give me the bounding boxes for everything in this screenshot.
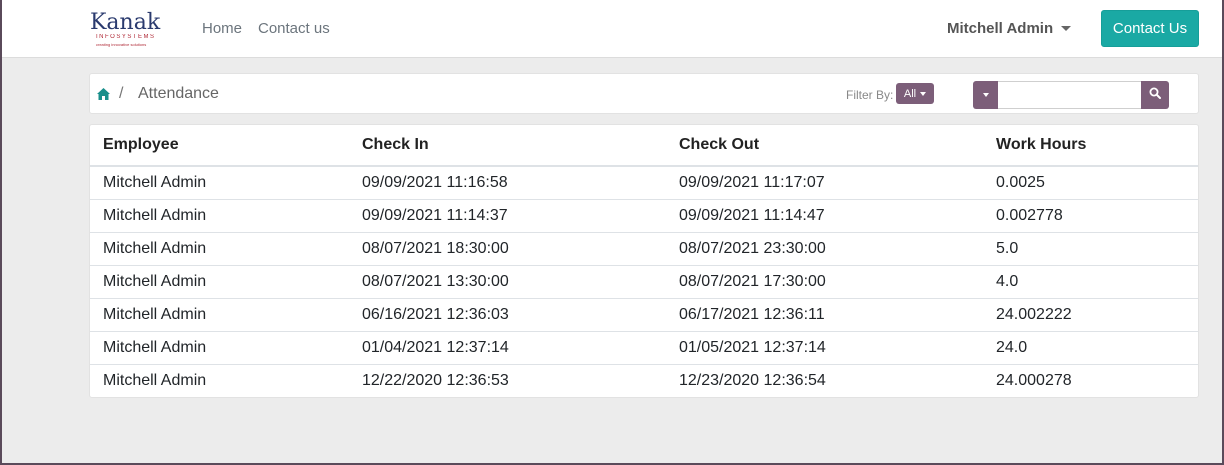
filter-value: All <box>903 87 917 100</box>
breadcrumb: / Attendance Filter By: All <box>89 73 1199 114</box>
employee-cell: Mitchell Admin <box>103 371 207 389</box>
nav-link-home[interactable]: Home <box>202 20 242 37</box>
search-options-button[interactable] <box>973 81 998 109</box>
contact-us-button[interactable]: Contact Us <box>1101 10 1199 47</box>
check-out-cell: 06/17/2021 12:36:11 <box>666 298 983 332</box>
search-group <box>973 81 1169 109</box>
check-out-cell: 08/07/2021 17:30:00 <box>666 265 983 299</box>
table-row[interactable]: Mitchell Admin 06/16/2021 12:36:03 06/17/2… <box>90 298 1198 332</box>
work-hours-cell: 24.0 <box>983 331 1198 365</box>
check-in-cell: 12/22/2020 12:36:53 <box>362 371 509 389</box>
attendance-table: Employee Check In Check Out Work Hours M… <box>89 124 1199 398</box>
check-in-cell: 09/09/2021 11:14:37 <box>349 199 666 233</box>
column-header-employee[interactable]: Employee <box>90 125 349 167</box>
page-frame: Kanak INFOSYSTEMS creating innovative so… <box>2 0 1222 463</box>
chevron-down-icon <box>1061 26 1072 31</box>
work-hours-cell: 24.002222 <box>983 298 1198 332</box>
logo-tagline: creating innovative solutions <box>96 42 147 47</box>
search-button[interactable] <box>1141 81 1169 109</box>
logo[interactable]: Kanak INFOSYSTEMS creating innovative so… <box>90 12 172 48</box>
table-row[interactable]: Mitchell Admin 12/22/2020 12:36:53 12/23/2… <box>90 364 1198 397</box>
column-header-check-out[interactable]: Check Out <box>666 125 983 167</box>
search-input[interactable] <box>998 81 1141 109</box>
table-row[interactable]: Mitchell Admin 09/09/2021 11:16:58 09/09/2… <box>90 166 1198 200</box>
filter-label: Filter By: <box>846 88 894 102</box>
work-hours-cell: 24.000278 <box>996 371 1072 389</box>
home-icon[interactable] <box>96 87 111 101</box>
check-out-cell: 01/05/2021 12:37:14 <box>666 331 983 365</box>
check-out-cell: 08/07/2021 23:30:00 <box>666 232 983 266</box>
check-in-cell: 01/04/2021 12:37:14 <box>349 331 666 365</box>
work-hours-cell: 4.0 <box>983 265 1198 299</box>
check-in-cell: 06/16/2021 12:36:03 <box>349 298 666 332</box>
check-in-cell: 08/07/2021 18:30:00 <box>349 232 666 266</box>
employee-cell: Mitchell Admin <box>90 298 349 332</box>
check-in-cell: 09/09/2021 11:16:58 <box>349 166 666 200</box>
table-row[interactable]: Mitchell Admin 08/07/2021 13:30:00 08/07/2… <box>90 265 1198 299</box>
search-icon <box>1149 86 1161 104</box>
work-hours-cell: 5.0 <box>983 232 1198 266</box>
user-menu[interactable]: Mitchell Admin <box>947 20 1072 37</box>
check-out-cell: 12/23/2020 12:36:54 <box>679 371 826 389</box>
user-name: Mitchell Admin <box>947 20 1054 37</box>
logo-text: Kanak <box>90 10 161 35</box>
check-in-cell: 08/07/2021 13:30:00 <box>349 265 666 299</box>
navbar: Kanak INFOSYSTEMS creating innovative so… <box>2 0 1222 58</box>
column-header-work-hours[interactable]: Work Hours <box>983 125 1198 167</box>
employee-cell: Mitchell Admin <box>90 331 349 365</box>
check-out-cell: 09/09/2021 11:14:47 <box>666 199 983 233</box>
chevron-down-icon <box>920 91 927 96</box>
employee-cell: Mitchell Admin <box>90 199 349 233</box>
work-hours-cell: 0.0025 <box>983 166 1198 200</box>
logo-subtitle: INFOSYSTEMS <box>96 34 156 40</box>
work-hours-cell: 0.002778 <box>983 199 1198 233</box>
column-header-check-in[interactable]: Check In <box>349 125 666 167</box>
employee-cell: Mitchell Admin <box>90 166 349 200</box>
breadcrumb-current: Attendance <box>138 85 219 102</box>
table-header-row: Employee Check In Check Out Work Hours <box>90 125 1198 167</box>
nav-link-contact[interactable]: Contact us <box>258 20 330 37</box>
table-row[interactable]: Mitchell Admin 09/09/2021 11:14:37 09/09/2… <box>90 199 1198 233</box>
table-row[interactable]: Mitchell Admin 08/07/2021 18:30:00 08/07/2… <box>90 232 1198 266</box>
employee-cell: Mitchell Admin <box>90 232 349 266</box>
employee-cell: Mitchell Admin <box>90 265 349 299</box>
filter-dropdown-button[interactable]: All <box>896 83 934 104</box>
table-row[interactable]: Mitchell Admin 01/04/2021 12:37:14 01/05/2… <box>90 331 1198 365</box>
chevron-down-icon <box>982 93 989 97</box>
breadcrumb-separator: / <box>119 85 124 102</box>
check-out-cell: 09/09/2021 11:17:07 <box>666 166 983 200</box>
